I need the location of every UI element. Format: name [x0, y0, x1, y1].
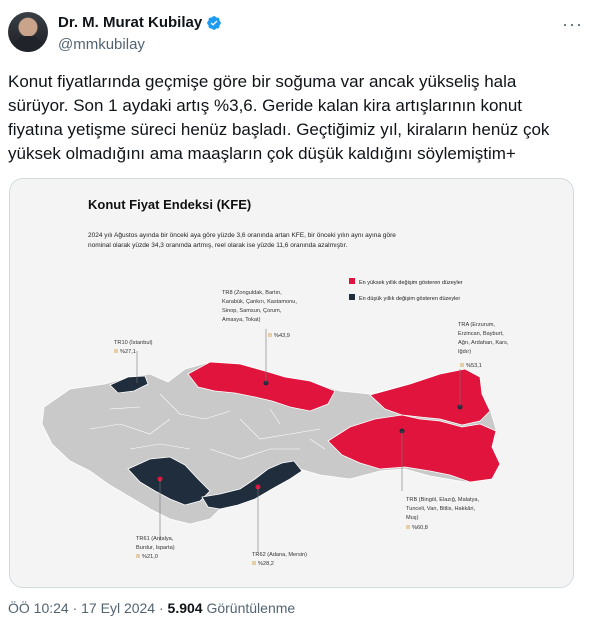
label-tr61-value: %21,0	[142, 554, 158, 560]
legend-low-swatch	[349, 294, 355, 300]
label-tr8-line3: Sinop, Samsun, Çorum,	[222, 308, 282, 314]
label-tra-line4: Iğdır)	[458, 349, 471, 355]
label-trb-line3: Muş)	[406, 515, 419, 521]
label-tr61-line2: Burdur, Isparta)	[136, 545, 175, 551]
badge-trb	[406, 525, 410, 529]
legend-low-label: En düşük yıllık değişim gösteren düzeyle…	[359, 296, 460, 302]
more-options-icon[interactable]: ···	[562, 14, 583, 35]
label-tr10-value: %27,1	[120, 349, 136, 355]
post-text: Konut fiyatlarında geçmişe göre bir soğu…	[8, 72, 550, 163]
label-tr8-line2: Karabük, Çankırı, Kastamonu,	[222, 299, 297, 305]
view-label: Görüntülenme	[202, 600, 296, 616]
label-trb-line2: Tunceli, Van, Bitlis, Hakkâri,	[406, 506, 475, 512]
label-tra-line3: Ağrı, Ardahan, Kars,	[458, 340, 509, 346]
post-header: Dr. M. Murat Kubilay @mmkubilay ···	[8, 12, 583, 62]
label-tra-value: %53,1	[466, 363, 482, 369]
label-tr10-name: TR10 (İstanbul)	[114, 339, 153, 346]
label-tr8-line1: TR8 (Zonguldak, Bartın,	[222, 290, 282, 296]
author-name[interactable]: Dr. M. Murat Kubilay	[58, 14, 202, 31]
label-tra-line1: TRA (Erzurum,	[458, 322, 495, 328]
author-name-row: Dr. M. Murat Kubilay	[58, 14, 222, 31]
legend-high-swatch	[349, 278, 355, 284]
infographic-line1: 2024 yılı Ağustos ayında bir önceki aya …	[88, 232, 396, 239]
infographic-title: Konut Fiyat Endeksi (KFE)	[88, 197, 251, 212]
post-meta: ÖÖ 10:24 · 17 Eyl 2024 · 5.904 Görüntüle…	[8, 600, 295, 616]
badge-tr10	[114, 349, 118, 353]
verified-badge-icon	[207, 15, 222, 30]
post-timestamp[interactable]: ÖÖ 10:24 · 17 Eyl 2024 ·	[8, 600, 168, 616]
badge-tr62	[252, 561, 256, 565]
label-tra-line2: Erzincan, Bayburt,	[458, 331, 504, 337]
badge-tr61	[136, 554, 140, 558]
label-tr8-line4: Amasya, Tokat)	[222, 317, 261, 323]
author-handle[interactable]: @mmkubilay	[58, 36, 145, 53]
label-tr62-name: TR62 (Adana, Mersin)	[252, 552, 307, 558]
view-count: 5.904	[167, 600, 203, 616]
infographic-line2: nominal olarak yüzde 34,3 oranında artmı…	[88, 242, 347, 249]
label-tr61-line1: TR61 (Antalya,	[136, 536, 174, 542]
post-image[interactable]: Konut Fiyat Endeksi (KFE) 2024 yılı Ağus…	[9, 178, 574, 588]
avatar[interactable]	[8, 12, 48, 52]
label-tr8-value: %43,9	[274, 333, 290, 339]
kfe-infographic: Konut Fiyat Endeksi (KFE) 2024 yılı Ağus…	[10, 179, 573, 587]
label-trb-value: %60,8	[412, 525, 428, 531]
badge-tra	[460, 363, 464, 367]
badge-tr8	[268, 333, 272, 337]
label-tr62-value: %28,2	[258, 561, 274, 567]
legend-high-label: En yüksek yıllık değişim gösteren düzeyl…	[359, 280, 463, 286]
label-trb-line1: TRB (Bingöl, Elazığ, Malatya,	[406, 497, 480, 503]
